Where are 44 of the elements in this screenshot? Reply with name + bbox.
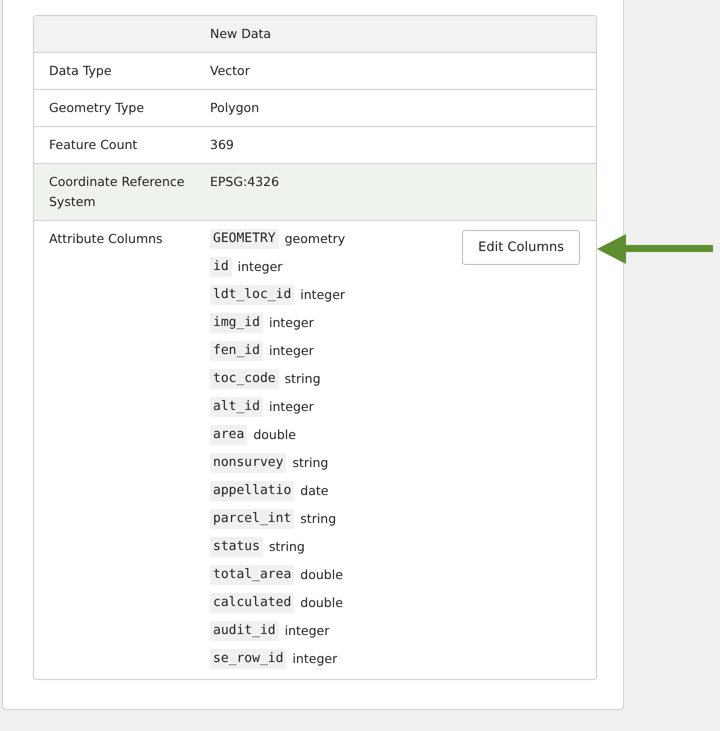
- column-name: alt_id: [210, 397, 263, 417]
- row-label: Data Type: [48, 62, 113, 80]
- column-type: integer: [238, 258, 282, 276]
- table-header: New Data: [210, 25, 272, 43]
- row-label: Attribute Columns: [48, 230, 164, 248]
- row-value: EPSG:4326: [210, 173, 280, 191]
- column-name: img_id: [210, 313, 263, 333]
- column-name: nonsurvey: [210, 453, 286, 473]
- arrow-icon: [596, 232, 714, 266]
- column-name: ldt_loc_id: [210, 285, 294, 305]
- column-name: fen_id: [210, 341, 263, 361]
- column-type: string: [284, 370, 321, 388]
- row-value: 369: [210, 136, 235, 154]
- column-name: status: [210, 537, 263, 557]
- column-name: total_area: [210, 565, 294, 585]
- column-type: double: [300, 566, 343, 584]
- column-type: geometry: [284, 230, 346, 248]
- column-type: string: [292, 454, 328, 472]
- column-name: id: [210, 257, 232, 277]
- row-label: Geometry Type: [48, 99, 146, 117]
- row-label: Feature Count: [48, 136, 138, 154]
- column-type: double: [300, 594, 343, 612]
- row-value: Polygon: [210, 99, 260, 117]
- row-value: Vector: [210, 62, 251, 80]
- row-label: Coordinate Reference System: [48, 173, 186, 211]
- column-type: integer: [268, 314, 314, 332]
- column-type: integer: [292, 650, 338, 668]
- edit-columns-button[interactable]: Edit Columns: [462, 230, 580, 265]
- column-name: parcel_int: [210, 509, 294, 529]
- column-name: calculated: [210, 593, 294, 613]
- column-type: string: [268, 538, 305, 556]
- column-type: integer: [284, 622, 330, 640]
- column-type: date: [300, 482, 328, 500]
- column-name: se_row_id: [210, 649, 286, 669]
- column-name: GEOMETRY: [210, 229, 279, 249]
- column-type: integer: [268, 342, 314, 360]
- column-type: integer: [268, 398, 314, 416]
- column-type: string: [300, 510, 336, 528]
- column-type: double: [253, 426, 296, 444]
- column-name: toc_code: [210, 369, 279, 389]
- column-name: audit_id: [210, 621, 279, 641]
- column-name: area: [210, 425, 248, 445]
- column-name: appellatio: [210, 481, 294, 501]
- column-type: integer: [300, 286, 346, 304]
